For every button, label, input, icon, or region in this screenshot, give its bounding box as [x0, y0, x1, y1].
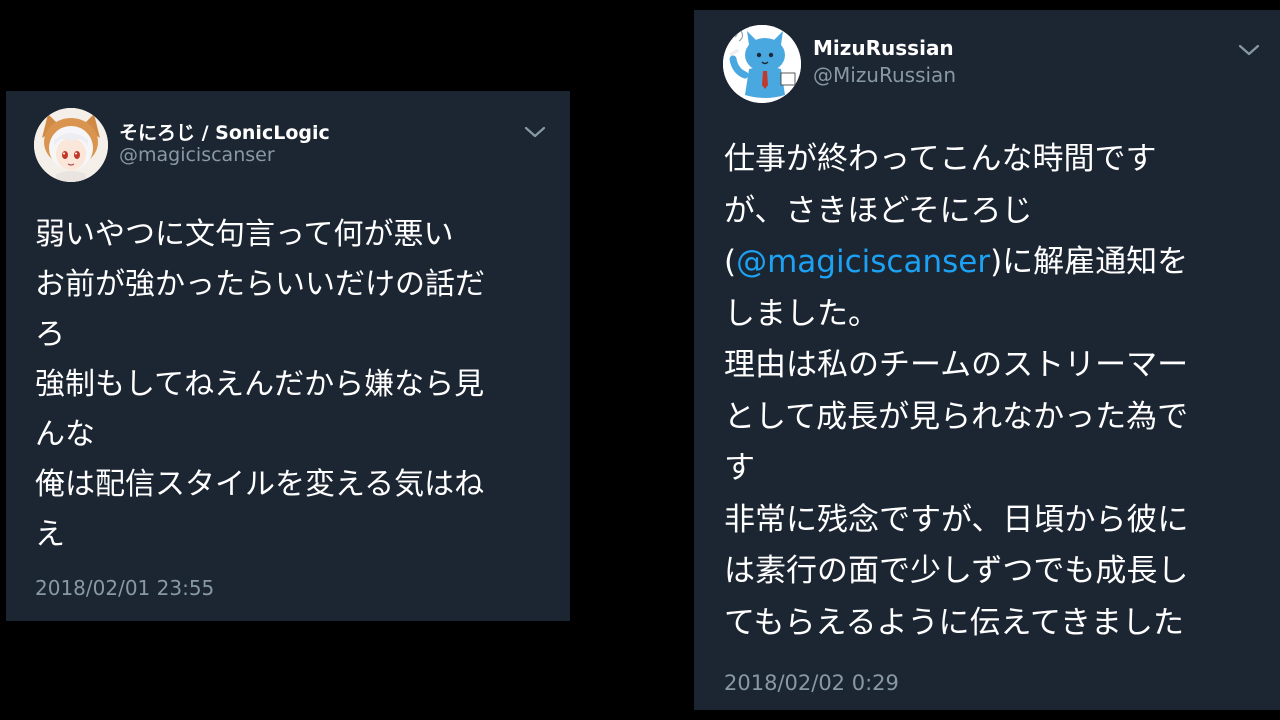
- tweet-text-line: として成長が見られなかった為で: [724, 398, 1189, 435]
- mention-suffix: )に解雇通知を: [990, 244, 1189, 280]
- avatar-mizurussian[interactable]: [723, 25, 801, 103]
- tweet-text-line: 強制もしてねえんだから嫌なら見: [35, 367, 485, 402]
- tweet-text-line: 理由は私のチームのストリーマー: [724, 347, 1189, 383]
- mention-link[interactable]: @magiciscanser: [736, 244, 990, 280]
- tweet-timestamp[interactable]: 2018/02/01 23:55: [35, 576, 214, 600]
- tweet-timestamp[interactable]: 2018/02/02 0:29: [724, 671, 899, 695]
- tweet-text-line: え: [35, 517, 65, 552]
- tweet-text-line: んな: [35, 417, 95, 452]
- tweet-text-line: ろ: [35, 317, 65, 352]
- mention-prefix: (: [724, 244, 737, 280]
- avatar-soniclogic[interactable]: [34, 108, 108, 182]
- tweet-text-line-with-mention: (@magiciscanser)に解雇通知を: [724, 237, 1269, 289]
- tweet-text-line: 仕事が終わってこんな時間です: [724, 141, 1157, 177]
- user-handle[interactable]: @magiciscanser: [119, 144, 275, 166]
- tweet-body: 仕事が終わってこんな時間です が、さきほどそにろじ (@magiciscanse…: [724, 134, 1269, 649]
- tweet-text-line: てもらえるように伝えてきました: [724, 604, 1185, 641]
- chevron-down-icon[interactable]: [523, 124, 547, 140]
- tweet-card-mizurussian: MizuRussian @MizuRussian 仕事が終わってこんな時間です …: [694, 10, 1280, 710]
- tweet-text-line: 俺は配信スタイルを変える気はね: [35, 467, 485, 502]
- tweet-text-line: しました。: [724, 295, 879, 332]
- display-name[interactable]: そにろじ / SonicLogic: [119, 118, 330, 145]
- tweet-card-soniclogic: そにろじ / SonicLogic @magiciscanser 弱いやつに文句…: [6, 91, 570, 621]
- anime-character-avatar-icon: [34, 108, 108, 182]
- tweet-text-line: お前が強かったらいいだけの話だ: [35, 267, 485, 302]
- display-name[interactable]: MizuRussian: [813, 36, 954, 60]
- tweet-text-line: 弱いやつに文句言って何が悪い: [35, 217, 454, 252]
- tweet-text-line: が、さきほどそにろじ: [724, 192, 1033, 229]
- tweet-text-line: は素行の面で少しずつでも成長し: [724, 553, 1189, 589]
- tweet-text-line: す: [724, 450, 755, 486]
- blue-cat-mascot-avatar-icon: [723, 25, 801, 103]
- chevron-down-icon[interactable]: [1237, 42, 1261, 58]
- tweet-text-line: 非常に残念ですが、日頃から彼に: [724, 501, 1189, 538]
- user-handle[interactable]: @MizuRussian: [813, 63, 956, 87]
- tweet-body: 弱いやつに文句言って何が悪い お前が強かったらいいだけの話だ ろ 強制もしてねえ…: [35, 210, 555, 560]
